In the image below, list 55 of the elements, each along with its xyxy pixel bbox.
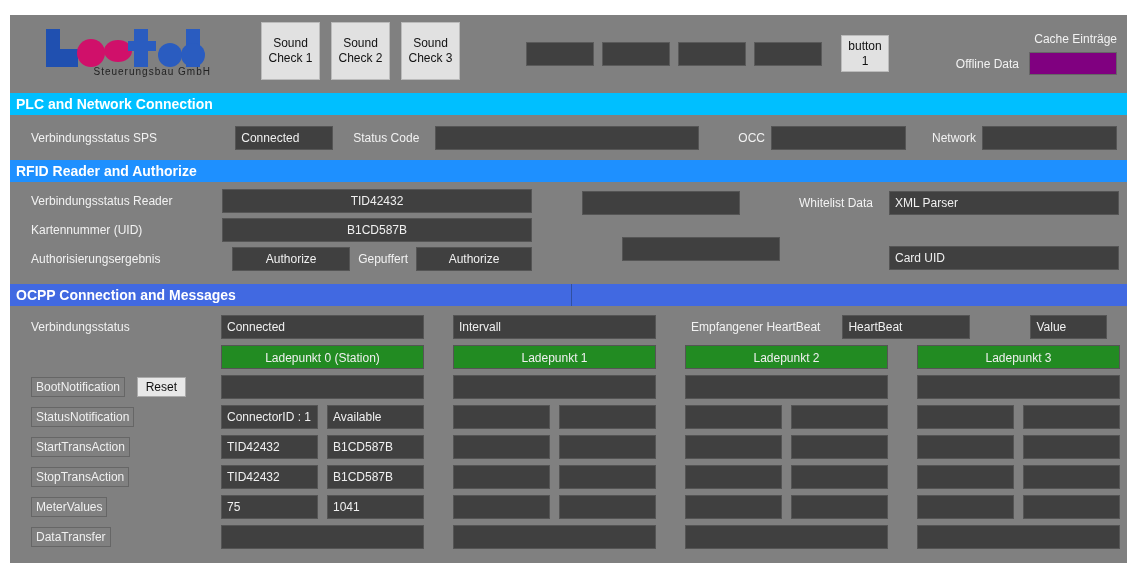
value-field: Value [1030, 315, 1108, 339]
message-field: B1CD587B [327, 435, 424, 459]
heartbeat-field: HeartBeat [842, 315, 971, 339]
field-label: Verbindungsstatus Reader [31, 193, 173, 208]
logo-subtitle: Steuerungsbau GmbH [93, 66, 211, 77]
field-label: Kartennummer (UID) [31, 222, 143, 237]
offline-data-label: Offline Data [955, 56, 1019, 71]
message-button[interactable]: StatusNotification [31, 407, 135, 427]
display-field [526, 42, 594, 66]
message-button[interactable]: BootNotification [31, 377, 126, 397]
message-field: Available [327, 405, 424, 429]
sound-check-button[interactable]: Sound Check 1 [261, 22, 320, 80]
connection-field: Connected [221, 315, 424, 339]
message-field: B1CD587B [327, 465, 424, 489]
auth-result-field: Authorize [232, 246, 351, 271]
field-label: Authorisierungsergebnis [31, 251, 161, 266]
field-label: Whitelist Data [798, 196, 873, 210]
card-number-field: B1CD587B [222, 217, 532, 242]
display-field [602, 42, 670, 66]
display-field [678, 42, 746, 66]
message-field: ConnectorID : 1 [221, 405, 318, 429]
reader-status-field: TID42432 [222, 188, 532, 213]
charge-point-header: Ladepunkt 2 [685, 345, 888, 369]
charge-point-header: Ladepunkt 1 [453, 345, 656, 369]
message-button[interactable]: StartTransAction [31, 437, 130, 457]
field-label: OCC [738, 130, 765, 145]
field-label: Verbindungsstatus SPS [31, 130, 158, 145]
field-label: Network [932, 130, 976, 145]
section-header: OCPP Connection and Messages [10, 284, 1127, 306]
message-field: TID42432 [221, 465, 318, 489]
message-field: 75 [221, 495, 318, 519]
reset-button[interactable]: Reset [136, 377, 186, 397]
message-field: 1041 [327, 495, 424, 519]
section-header: PLC and Network Connection [10, 93, 1127, 115]
message-field: TID42432 [221, 435, 318, 459]
sound-check-button[interactable]: Sound Check 3 [401, 22, 460, 80]
field-label: Status Code [353, 130, 420, 145]
charge-point-header: Ladepunkt 0 (Station) [221, 345, 424, 369]
heartbeat-label: Empfangener HeartBeat [691, 320, 821, 334]
generic-button[interactable]: button 1 [841, 35, 889, 72]
card-uid-field: Card UID [889, 246, 1119, 270]
field-label: Gepuffert [358, 251, 408, 266]
message-button[interactable]: StopTransAction [31, 467, 130, 487]
whitelist-field: XML Parser [889, 191, 1119, 215]
charge-point-header: Ladepunkt 3 [917, 345, 1120, 369]
section-header: RFID Reader and Authorize [10, 160, 1127, 182]
sound-check-button[interactable]: Sound Check 2 [331, 22, 390, 80]
status-field: Connected [235, 125, 334, 150]
message-button[interactable]: MeterValues [31, 497, 108, 517]
message-button[interactable]: DataTransfer [31, 527, 111, 547]
interval-field: Intervall [453, 315, 656, 339]
buffered-field: Authorize [416, 246, 532, 271]
display-field [754, 42, 822, 66]
cache-label: Cache Einträge [1034, 32, 1117, 46]
field-label: Verbindungsstatus [31, 320, 130, 334]
